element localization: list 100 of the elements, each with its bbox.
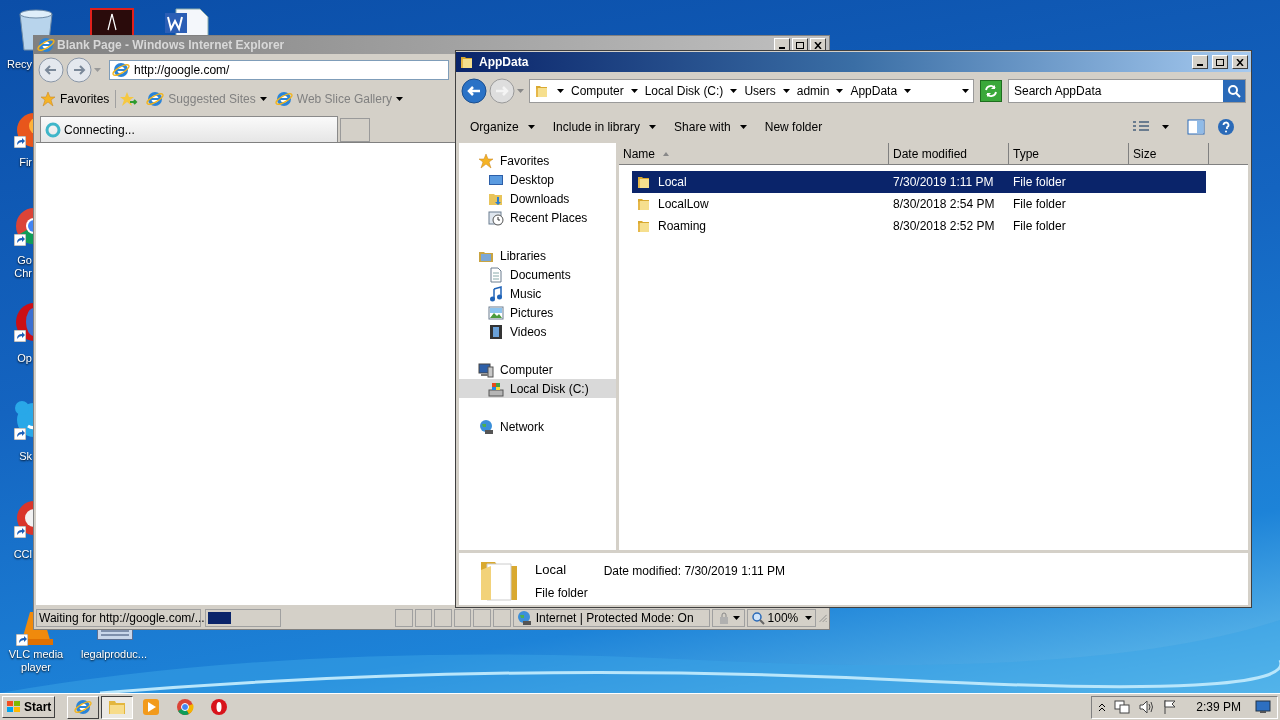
address-field[interactable]: http://google.com/ (109, 60, 449, 80)
search-button[interactable] (1223, 80, 1245, 102)
folder-icon (636, 218, 652, 234)
close-button[interactable] (1232, 55, 1248, 69)
status-pane (394, 609, 413, 627)
chevron-icon (904, 89, 912, 93)
dropdown-caret-icon (962, 89, 969, 93)
sort-arrow-icon (663, 151, 669, 156)
type-cell-text: File folder (1012, 174, 1067, 191)
window-title: Blank Page - Windows Internet Explorer (57, 37, 285, 54)
desktop-icon-label[interactable]: VLC media player (4, 648, 68, 674)
refresh-button[interactable] (980, 80, 1002, 102)
view-options-icon[interactable] (1132, 120, 1150, 134)
toolbar-button[interactable]: Organize (462, 115, 543, 139)
browser-e-icon (112, 61, 130, 79)
file-row[interactable]: Roaming 8/30/2018 2:52 PM File folder (632, 215, 1206, 237)
protected-mode-button[interactable] (711, 609, 745, 627)
maximize-icon (1216, 58, 1224, 66)
clock[interactable]: 2:39 PM (1196, 698, 1241, 716)
picture-icon (488, 304, 504, 321)
search-input[interactable]: Search AppData (1009, 82, 1223, 100)
navigation-item[interactable]: Favorites (459, 151, 616, 170)
chevron-up-icon[interactable] (1098, 702, 1107, 712)
minimize-button[interactable] (1192, 55, 1208, 69)
resize-grip-icon (817, 612, 827, 624)
shortcut-arrow-icon (14, 428, 26, 440)
acrobat-icon (90, 8, 134, 35)
breadcrumb-item[interactable]: Local Disk (C:) (644, 82, 724, 100)
speaker-icon[interactable] (1138, 699, 1155, 715)
chevron-icon (836, 89, 844, 93)
back-icon[interactable] (461, 78, 487, 104)
security-zone[interactable]: Internet | Protected Mode: On (512, 609, 710, 627)
browser-e-icon (74, 698, 93, 716)
desktop-icon-label[interactable]: Recy (6, 58, 32, 71)
start-button[interactable]: Start (2, 696, 56, 718)
breadcrumb-item[interactable]: Users (744, 82, 776, 100)
toolbar-button[interactable]: Share with (666, 115, 755, 139)
show-desktop-icon[interactable] (1255, 700, 1271, 714)
navigation-item[interactable]: Music (459, 284, 616, 303)
navigation-item[interactable]: Downloads (459, 189, 616, 208)
taskbar-app-button[interactable] (101, 695, 134, 719)
navigation-item[interactable]: Recent Places (459, 208, 616, 227)
navigation-item[interactable]: Videos (459, 322, 616, 341)
star-icon (478, 152, 494, 169)
music-note-icon (488, 285, 504, 302)
opera-icon (210, 698, 229, 716)
caret-icon (395, 97, 403, 101)
search-icon (1227, 84, 1241, 98)
file-row[interactable]: Local 7/30/2019 1:11 PM File folder (632, 171, 1206, 193)
status-pane (414, 609, 433, 627)
file-row[interactable]: LocalLow 8/30/2018 2:54 PM File folder (632, 193, 1206, 215)
date-cell-text: 8/30/2018 2:52 PM (892, 218, 996, 235)
column-header[interactable]: Name (619, 143, 889, 165)
computer-icon (478, 361, 494, 378)
shortcut-arrow-icon (16, 634, 28, 646)
navigation-item[interactable]: Local Disk (C:) (459, 379, 616, 398)
column-header[interactable]: Type (1009, 143, 1129, 165)
forward-icon[interactable] (66, 57, 92, 83)
desktop-icon-label[interactable]: Go Chr (4, 254, 32, 280)
navigation-item[interactable]: Libraries (459, 246, 616, 265)
search-field[interactable]: Search AppData (1008, 79, 1246, 103)
navigation-item[interactable]: Computer (459, 360, 616, 379)
chrome-icon (176, 698, 195, 716)
column-header[interactable]: Date modified (889, 143, 1009, 165)
chevron-icon (557, 89, 564, 93)
breadcrumb-item[interactable]: Computer (571, 82, 624, 100)
column-header[interactable]: Size (1129, 143, 1209, 165)
desktop-icon-label[interactable]: legalproduc... (80, 648, 147, 661)
favorites-button[interactable]: Favorites (40, 90, 117, 108)
type-cell-text: File folder (1012, 196, 1067, 213)
desktop-icon-label[interactable]: Fir (19, 156, 32, 169)
loading-spinner-icon (45, 121, 61, 138)
desktop-icon-label[interactable]: Op (17, 352, 32, 365)
shortcut-arrow-icon (14, 136, 26, 148)
status-pane (473, 609, 492, 627)
navigation-item[interactable]: Desktop (459, 170, 616, 189)
breadcrumb-item[interactable]: AppData (850, 82, 898, 100)
maximize-button[interactable] (1212, 55, 1228, 69)
zoom-button[interactable]: 100% (746, 609, 816, 627)
status-pane (493, 609, 511, 627)
details-name: Local (535, 561, 568, 579)
desktop-icon-label[interactable]: CCl (13, 548, 32, 561)
navigation-item[interactable]: Network (459, 417, 616, 436)
windows-logo-icon (6, 700, 22, 714)
desktop-icon-label[interactable]: Sk (19, 450, 32, 463)
caret-icon (739, 125, 747, 129)
details-type: File folder (535, 584, 588, 602)
details-date: Date modified: 7/30/2019 1:11 PM (603, 563, 785, 580)
browser-tab[interactable]: Connecting... (40, 116, 338, 142)
address-bar[interactable]: Computer Local Disk (C:) Users admin AppData (529, 79, 974, 103)
breadcrumb-item[interactable]: admin (796, 82, 830, 100)
refresh-icon (984, 84, 998, 98)
navigation-item[interactable]: Documents (459, 265, 616, 284)
toolbar-button[interactable]: New folder (756, 115, 831, 139)
toolbar-button[interactable]: Include in library (544, 115, 665, 139)
help-icon[interactable] (1217, 118, 1235, 136)
navigation-item[interactable]: Pictures (459, 303, 616, 322)
network-icon[interactable] (1114, 699, 1131, 715)
file-name: LocalLow (658, 196, 709, 213)
preview-pane-icon[interactable] (1187, 119, 1205, 135)
